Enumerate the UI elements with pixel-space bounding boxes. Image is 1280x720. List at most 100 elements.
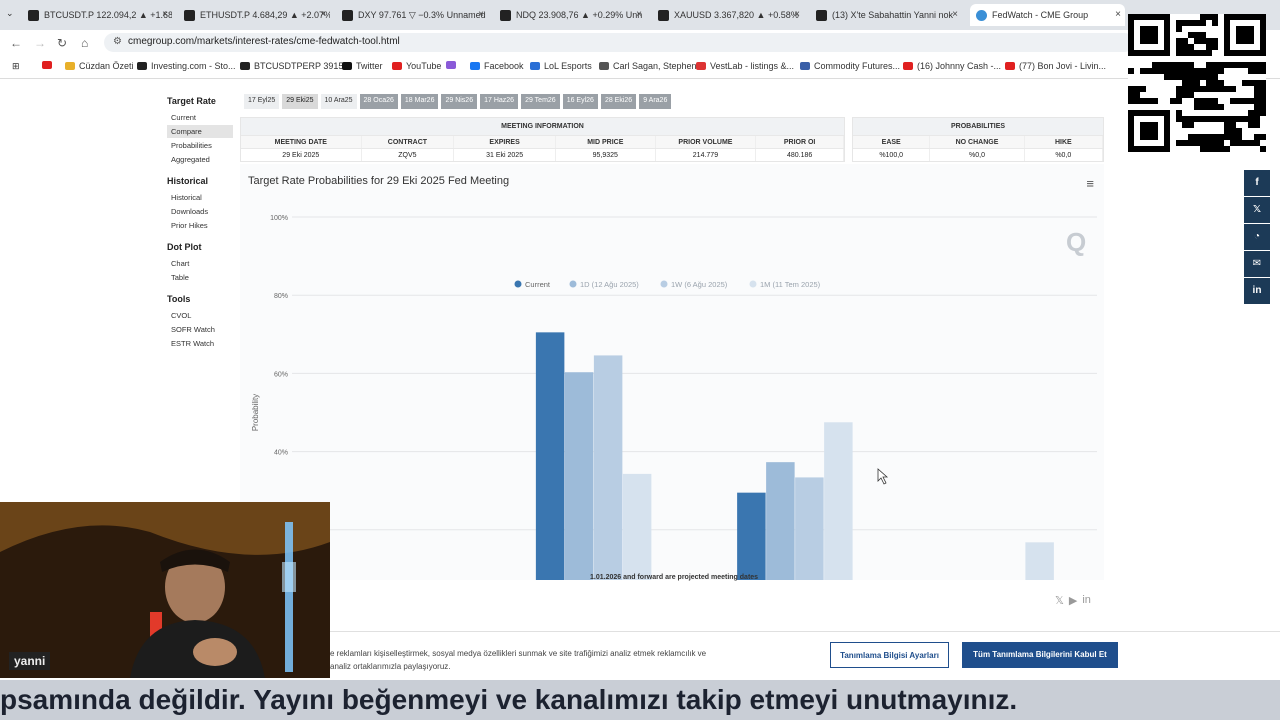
bookmark-label: BTCUSDTPERP 3915... [254, 61, 351, 71]
bookmark-item[interactable]: Facebook [470, 61, 524, 71]
sidebar-item[interactable]: Compare [167, 125, 233, 138]
legend-item[interactable]: 1D (12 Ağu 2025) [580, 280, 639, 289]
bookmark-item[interactable]: (16) Johnny Cash -... [903, 61, 1001, 71]
bookmark-item[interactable]: Commodity Futures... [800, 61, 900, 71]
chart-bar[interactable] [535, 332, 565, 580]
sidebar-item[interactable]: CVOL [167, 309, 237, 322]
close-tab-icon[interactable]: × [162, 9, 168, 20]
home-icon[interactable]: ⌂ [81, 36, 88, 50]
meeting-date-tab[interactable]: 17 Eyl25 [244, 94, 280, 109]
bookmark-label: Twitter [356, 61, 383, 71]
linkedin-icon[interactable]: in [1244, 278, 1270, 304]
accept-cookies-button[interactable]: Tüm Tanımlama Bilgilerini Kabul Et [962, 642, 1118, 668]
sidebar-item[interactable]: SOFR Watch [167, 323, 237, 336]
apps-grid-icon[interactable]: ⊞ [12, 61, 20, 72]
legend-marker [660, 280, 668, 288]
chart-bar[interactable] [766, 462, 795, 580]
close-tab-icon[interactable]: × [478, 9, 484, 20]
bookmark-item[interactable]: VestLab - listings &... [696, 61, 794, 71]
youtube-bookmark-icon[interactable] [42, 61, 56, 69]
meeting-date-tab[interactable]: 18 Mar26 [400, 94, 439, 109]
bookmark-item[interactable]: Twitter [342, 61, 383, 71]
meeting-date-tab[interactable]: 10 Ara25 [320, 94, 357, 109]
bookmark-item[interactable]: (77) Bon Jovi - Livin... [1005, 61, 1106, 71]
bookmark-favicon-icon [1005, 62, 1015, 70]
close-tab-icon[interactable]: × [794, 9, 800, 20]
share-icons: 𝕏 ▶ in [1055, 594, 1091, 607]
youtube-share-icon[interactable]: ▶ [1069, 594, 1077, 607]
x-icon[interactable]: 𝕏 [1244, 197, 1270, 223]
bookmark-favicon-icon [800, 62, 810, 70]
legend-item[interactable]: 1M (11 Tem 2025) [760, 280, 821, 289]
chart-bar[interactable] [1025, 542, 1054, 580]
bookmark-item[interactable]: Investing.com - Sto... [137, 61, 236, 71]
chart-bar[interactable] [564, 372, 594, 580]
meeting-info-header-cell: PRIOR VOLUME [655, 136, 757, 148]
meeting-date-tab[interactable]: 29 Nis26 [441, 94, 478, 109]
chart-bar[interactable] [824, 422, 853, 580]
x-share-icon[interactable]: 𝕏 [1055, 594, 1064, 607]
sidebar-item[interactable]: Prior Hikes [167, 219, 237, 232]
meeting-info-value-row: 29 Eki 2025 ZQV5 31 Eki 2025 95,9325 214.779… [241, 148, 844, 161]
meeting-date-tab[interactable]: 29 Eki25 [282, 94, 318, 109]
close-tab-icon[interactable]: × [952, 9, 958, 20]
linkedin-share-icon[interactable]: in [1082, 594, 1091, 607]
sidebar-item[interactable]: Table [167, 271, 237, 284]
sidebar-item[interactable]: Downloads [167, 205, 237, 218]
legend-item[interactable]: Current [525, 280, 551, 289]
bookmark-favicon-icon [530, 62, 540, 70]
email-icon[interactable]: ✉ [1244, 251, 1270, 277]
bookmark-item[interactable]: Carl Sagan, Stephen... [599, 61, 704, 71]
browser-tab[interactable]: XAUUSD 3.367,820 ▲ +0.58% × [652, 4, 804, 26]
sidebar-item[interactable]: Historical [167, 191, 237, 204]
streamer-name-label: yanni [9, 652, 51, 670]
url-field[interactable]: ⚙ cmegroup.com/markets/interest-rates/cm… [104, 33, 1134, 52]
bookmark-item[interactable]: LoL Esports [530, 61, 592, 71]
meeting-date-tab[interactable]: 29 Tem26 [521, 94, 560, 109]
close-tab-icon[interactable]: × [636, 9, 642, 20]
whatsapp-icon[interactable]: ◔ [1244, 224, 1270, 250]
browser-tab[interactable]: NDQ 23.908,76 ▲ +0.29% Unn × [494, 4, 646, 26]
cookie-text: e reklamları kişiselleştirmek, sosyal me… [330, 649, 707, 671]
browser-tab[interactable]: FedWatch - CME Group × [970, 4, 1125, 26]
chart-bar[interactable] [593, 355, 623, 580]
meeting-date-tab[interactable]: 17 Haz26 [480, 94, 519, 109]
sidebar-item[interactable]: ESTR Watch [167, 337, 237, 350]
probabilities-header: PROBABILITIES [853, 118, 1103, 135]
facebook-icon[interactable]: f [1244, 170, 1270, 196]
browser-tab[interactable]: ETHUSDT.P 4.684,29 ▲ +2.07% × [178, 4, 330, 26]
bookmark-item[interactable]: Cüzdan Özeti [65, 61, 134, 71]
projection-note: 1.01.2026 and forward are projected meet… [590, 574, 759, 581]
meeting-date-tab[interactable]: 16 Eyl26 [562, 94, 598, 109]
legend-item[interactable]: 1W (6 Ağu 2025) [671, 280, 728, 289]
legend-marker [569, 280, 577, 288]
cookie-settings-button[interactable]: Tanımlama Bilgisi Ayarları [830, 642, 949, 668]
browser-tab[interactable]: DXY 97.761 ▽ −0.3% Unnamed × [336, 4, 488, 26]
sidebar-item[interactable]: Probabilities [167, 139, 237, 152]
sidebar-item[interactable]: Aggregated [167, 153, 237, 166]
chart-bar[interactable] [795, 477, 824, 580]
bookmark-item[interactable]: YouTube [392, 61, 441, 71]
bookmark-favicon-icon [446, 61, 456, 69]
bookmark-item[interactable] [446, 61, 460, 69]
sidebar-item[interactable]: Chart [167, 257, 237, 270]
bookmark-item[interactable]: BTCUSDTPERP 3915... [240, 61, 351, 71]
close-tab-icon[interactable]: × [1115, 9, 1121, 20]
browser-tab[interactable]: (13) X'te Sabahattin Yanni nok × [810, 4, 962, 26]
meeting-date-tab[interactable]: 28 Eki26 [600, 94, 637, 109]
sidebar-item[interactable]: Current [167, 111, 237, 124]
chart-bar[interactable] [737, 492, 766, 580]
reload-icon[interactable]: ↻ [57, 36, 67, 50]
site-info-icon[interactable]: ⚙ [113, 36, 122, 47]
back-arrow-icon[interactable]: ← [10, 36, 22, 50]
meeting-date-tab[interactable]: 28 Oca26 [359, 94, 398, 109]
browser-tab[interactable]: BTCUSDT.P 122.094,2 ▲ +1.68% × [22, 4, 172, 26]
tab-favicon-icon [816, 9, 827, 21]
tab-search-chevron-icon[interactable]: ⌄ [6, 8, 14, 19]
close-tab-icon[interactable]: × [320, 9, 326, 20]
tab-title: NDQ 23.908,76 ▲ +0.29% Unn [516, 10, 643, 20]
meeting-date-tab[interactable]: 9 Ara26 [639, 94, 672, 109]
chart-bar[interactable] [622, 473, 652, 580]
forward-arrow-icon[interactable]: → [34, 36, 46, 50]
